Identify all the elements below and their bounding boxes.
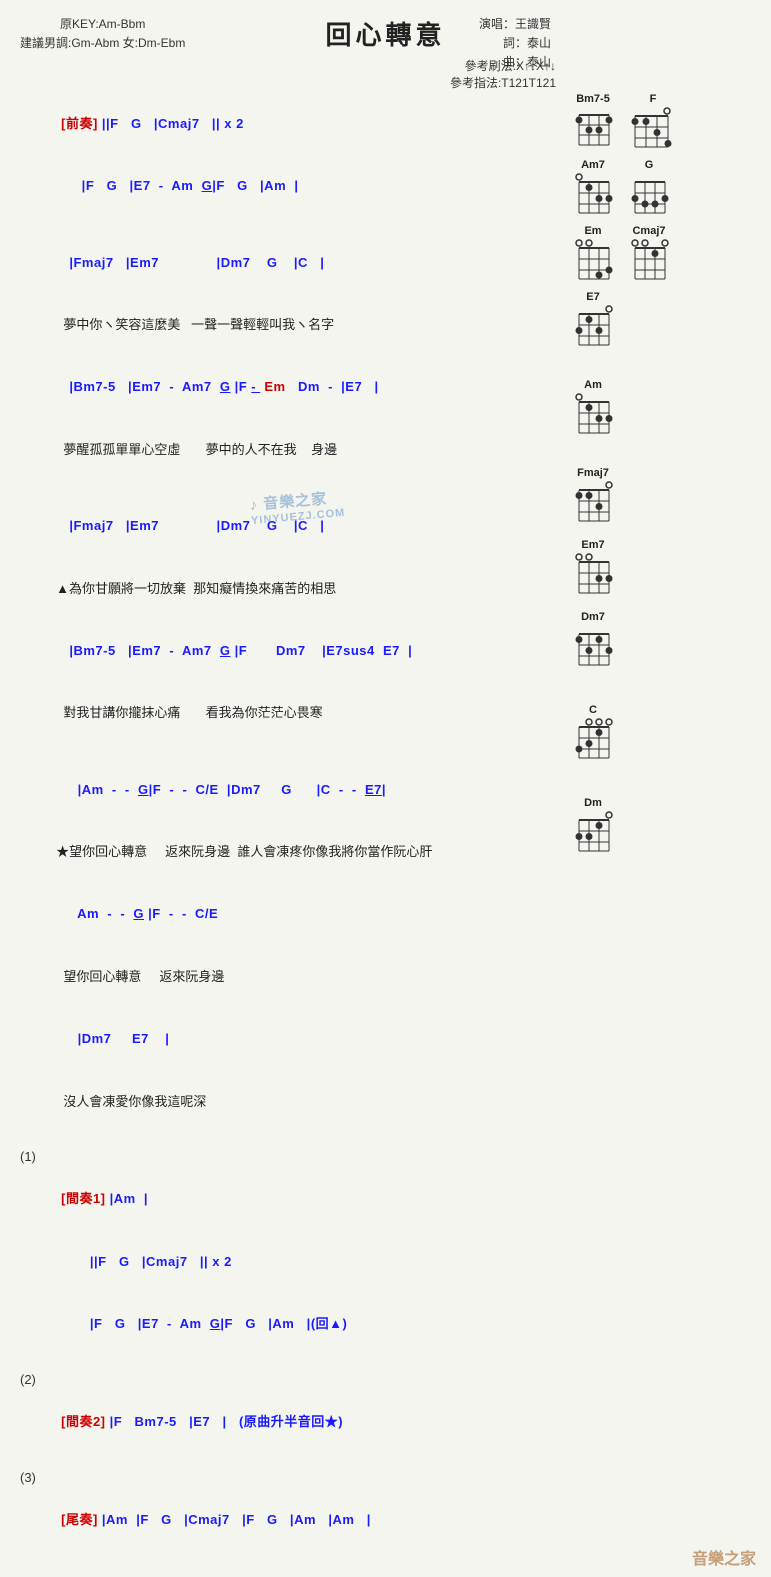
verse2-section: |Fmaj7 |Em7 |Dm7 G |C | ▲為你甘願將一切放棄 那知癡情換… <box>20 495 561 745</box>
key-info: 原KEY:Am-Bbm 建議男調:Gm-Abm 女:Dm-Ebm <box>20 15 185 53</box>
lyrics-author: 詞：泰山 <box>479 34 551 53</box>
fmaj7-grid <box>571 481 615 525</box>
bm7-5-grid <box>571 107 615 147</box>
verse1-lyric-1: 夢中你ヽ笑容這麼美 一聲一聲輕輕叫我ヽ名字 <box>20 294 561 356</box>
em7-grid <box>571 553 615 597</box>
verse1-lyric-2: 夢醒孤孤單單心空虛 夢中的人不在我 身邊 <box>20 419 561 481</box>
verse2-chord-2: |Bm7-5 |Em7 - Am7 G |F Dm7 |E7sus4 E7 | <box>20 620 561 682</box>
diagram-em: Em <box>571 225 615 283</box>
diagram-row-10: Dm <box>571 797 751 855</box>
chord-diagrams: Bm7-5 <box>561 93 751 1557</box>
verse2-lyric-2: 對我甘講你攏抹心痛 看我為你茫茫心畏寒 <box>20 683 561 745</box>
num-3: (3) <box>20 1466 561 1489</box>
bottom-watermark: 音樂之家 <box>692 1545 756 1569</box>
g-grid <box>627 173 671 217</box>
diagram-cmaj7: Cmaj7 <box>627 225 671 283</box>
chorus-chord-2: Am - - G |F - - C/E <box>20 884 561 946</box>
em-grid <box>571 239 615 283</box>
chorus-lyric-1: ★望你回心轉意 返來阮身邊 誰人會凍疼你像我將你當作阮心肝 <box>20 821 561 883</box>
verse1-chord-1: |Fmaj7 |Em7 |Dm7 G |C | <box>20 232 561 294</box>
f-grid <box>627 107 679 151</box>
verse2-lyric-1: ▲為你甘願將一切放棄 那知癡情換來痛苦的相思 <box>20 558 561 620</box>
bottom-watermark-text: 音樂之家 <box>692 1551 756 1568</box>
diagram-dm7: Dm7 <box>571 611 615 669</box>
interlude2-label: [間奏2] |F Bm7-5 |E7 | (原曲升半音回★) <box>20 1391 561 1453</box>
title-area: 原KEY:Am-Bbm 建議男調:Gm-Abm 女:Dm-Ebm 回心轉意 演唱… <box>20 15 751 52</box>
c-label: C <box>589 704 597 716</box>
diagram-f: F <box>627 93 679 151</box>
fmaj7-label: Fmaj7 <box>577 467 609 479</box>
dm7-grid <box>571 625 615 669</box>
diagram-e7: E7 <box>571 291 615 349</box>
diagram-am: Am <box>571 379 615 437</box>
diagram-row-9: C <box>571 704 751 762</box>
dm7-label: Dm7 <box>581 611 605 623</box>
fingering-text: 參考指法:T121T121 <box>450 74 556 91</box>
diagram-em7: Em7 <box>571 539 615 597</box>
diagram-row-2: Am7 <box>571 159 751 217</box>
f-label: F <box>650 93 657 105</box>
am7-grid <box>571 173 615 217</box>
g-label: G <box>645 159 654 171</box>
outro-section: [尾奏] |Am |F G |Cmaj7 |F G |Am |Am | <box>20 1489 561 1551</box>
em7-label: Em7 <box>581 539 604 551</box>
verse2-chord-1: |Fmaj7 |Em7 |Dm7 G |C | <box>20 495 561 557</box>
diagram-row-5: Am <box>571 379 751 437</box>
am-label: Am <box>584 379 602 391</box>
e7-grid <box>571 305 615 349</box>
main-content: [前奏] ||F G |Cmaj7 || x 2 |F G |E7 - Am G… <box>20 93 751 1557</box>
chorus-lyric-2: 望你回心轉意 返來阮身邊 <box>20 946 561 1008</box>
interlude1-label: [間奏1] |Am | <box>20 1169 561 1231</box>
singer: 演唱：王識賢 <box>479 15 551 34</box>
interlude2-section: [間奏2] |F Bm7-5 |E7 | (原曲升半音回★) <box>20 1391 561 1453</box>
diagram-dm: Dm <box>571 797 615 855</box>
num-2: (2) <box>20 1368 561 1391</box>
diagram-row-7: Em7 <box>571 539 751 597</box>
outro-label: [尾奏] |Am |F G |Cmaj7 |F G |Am |Am | <box>20 1489 561 1551</box>
em-label: Em <box>584 225 601 237</box>
diagram-row-8: Dm7 <box>571 611 751 669</box>
verse1-chord-2: |Bm7-5 |Em7 - Am7 G |F - Em Dm - |E7 | <box>20 357 561 419</box>
intro-chord-1: [前奏] ||F G |Cmaj7 || x 2 <box>20 93 561 155</box>
am-grid <box>571 393 615 437</box>
chorus-section: |Am - - G|F - - C/E |Dm7 G |C - - E7| ★望… <box>20 759 561 1133</box>
diagram-g: G <box>627 159 671 217</box>
chorus-lyric-3: 沒人會凍愛你像我這呢深 <box>20 1071 561 1133</box>
num-1: (1) <box>20 1145 561 1168</box>
cmaj7-label: Cmaj7 <box>632 225 665 237</box>
original-key: 原KEY:Am-Bbm <box>20 15 185 34</box>
suggestion-key: 建議男調:Gm-Abm 女:Dm-Ebm <box>20 34 185 53</box>
music-content: [前奏] ||F G |Cmaj7 || x 2 |F G |E7 - Am G… <box>20 93 561 1557</box>
diagram-bm7-5: Bm7-5 <box>571 93 615 147</box>
diagram-am7: Am7 <box>571 159 615 217</box>
diagram-row-3: Em <box>571 225 751 283</box>
c-grid <box>571 718 615 762</box>
composer: 曲：泰山 <box>479 53 551 72</box>
intro-chord-2: |F G |E7 - Am G|F G |Am | <box>20 155 561 217</box>
dm-label: Dm <box>584 797 602 809</box>
chorus-chord-1: |Am - - G|F - - C/E |Dm7 G |C - - E7| <box>20 759 561 821</box>
intro-section: [前奏] ||F G |Cmaj7 || x 2 |F G |E7 - Am G… <box>20 93 561 218</box>
diagram-row-1: Bm7-5 <box>571 93 751 151</box>
interlude1-chord-2: |F G |E7 - Am G|F G |Am |(回▲) <box>20 1293 561 1355</box>
interlude1-section: [間奏1] |Am | ||F G |Cmaj7 || x 2 |F G |E7… <box>20 1169 561 1356</box>
interlude1-chord-1: ||F G |Cmaj7 || x 2 <box>20 1231 561 1293</box>
e7-label: E7 <box>586 291 599 303</box>
bm7-5-label: Bm7-5 <box>576 93 610 105</box>
diagram-row-4: E7 <box>571 291 751 349</box>
verse1-section: |Fmaj7 |Em7 |Dm7 G |C | 夢中你ヽ笑容這麼美 一聲一聲輕輕… <box>20 232 561 482</box>
page: 原KEY:Am-Bbm 建議男調:Gm-Abm 女:Dm-Ebm 回心轉意 演唱… <box>0 0 771 1577</box>
am7-label: Am7 <box>581 159 605 171</box>
diagram-c: C <box>571 704 615 762</box>
diagram-fmaj7: Fmaj7 <box>571 467 615 525</box>
chorus-chord-3: |Dm7 E7 | <box>20 1008 561 1070</box>
performer-info: 演唱：王識賢 詞：泰山 曲：泰山 <box>479 15 551 73</box>
cmaj7-grid <box>627 239 671 283</box>
dm-grid <box>571 811 615 855</box>
diagram-row-6: Fmaj7 <box>571 467 751 525</box>
